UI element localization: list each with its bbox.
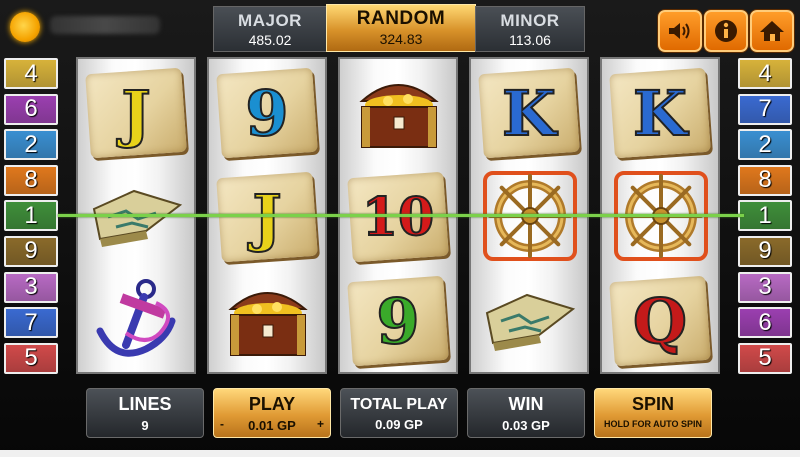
game-screen: MAJOR 485.02 RANDOM 324.83 MINOR 113.06 … — [0, 0, 800, 457]
jackpot-minor-label: MINOR — [500, 11, 560, 30]
line-numbers-right: 4 7 28 19 3 65 — [738, 58, 796, 378]
symbol-letter: Q — [632, 284, 688, 359]
taskbar-strip — [0, 450, 800, 457]
line-badge-left-4[interactable]: 4 — [4, 58, 58, 89]
line-badge-left-2[interactable]: 2 — [4, 129, 58, 161]
jackpot-random-value: 324.83 — [379, 31, 423, 47]
reel-4-symbol-k: K — [478, 65, 581, 160]
reel-2-symbol-9: 9 — [216, 65, 319, 160]
reel-2-symbol-chest-icon — [217, 273, 319, 368]
line-badge-left-8[interactable]: 8 — [4, 164, 58, 196]
sun-logo-icon — [10, 12, 40, 42]
line-badge-left-5[interactable]: 5 — [4, 342, 58, 374]
home-button[interactable] — [750, 10, 794, 52]
symbol-letter: J — [251, 180, 282, 255]
jackpot-minor-value: 113.06 — [509, 32, 551, 48]
line-badge-right-1[interactable]: 1 — [738, 200, 792, 232]
symbol-letter: K — [501, 76, 557, 151]
total-play-label: TOTAL PLAY — [350, 396, 448, 413]
chest-icon — [228, 292, 308, 356]
line-badge-right-2[interactable]: 2 — [738, 129, 792, 161]
win-panel: WIN 0.03 GP — [467, 388, 585, 438]
line-badge-right-6[interactable]: 6 — [738, 307, 792, 339]
lines-panel[interactable]: LINES 9 — [86, 388, 204, 438]
win-label: WIN — [508, 394, 544, 414]
logo-text-blurred — [50, 16, 160, 34]
line-badge-right-5[interactable]: 5 — [738, 342, 792, 374]
game-logo — [6, 8, 166, 44]
play-panel: PLAY 0.01 GP - + — [213, 388, 331, 438]
home-icon — [760, 21, 784, 41]
info-button[interactable] — [704, 10, 748, 52]
play-decrease-button[interactable]: - — [220, 417, 224, 431]
payline-1 — [58, 214, 744, 217]
line-badge-right-8[interactable]: 8 — [738, 164, 792, 196]
symbol-letter: J — [120, 76, 151, 151]
anchor-icon — [96, 279, 176, 357]
chest-icon — [359, 84, 439, 148]
reel-1-symbol-j: J — [85, 65, 188, 160]
reel-3-symbol-9: 9 — [347, 273, 450, 368]
line-badge-right-4[interactable]: 4 — [738, 58, 792, 89]
reel-3-symbol-chest-icon — [348, 65, 450, 160]
info-icon — [715, 20, 737, 42]
reel-4-symbol-map-icon — [479, 273, 581, 368]
line-badge-right-3[interactable]: 3 — [738, 271, 792, 303]
reel-5-symbol-k: K — [609, 65, 712, 160]
spin-button[interactable]: SPIN HOLD FOR AUTO SPIN — [594, 388, 712, 438]
symbol-letter: 10 — [361, 186, 435, 249]
line-badge-left-6[interactable]: 6 — [4, 93, 58, 125]
total-play-value: 0.09 GP — [375, 417, 423, 432]
line-badge-left-3[interactable]: 3 — [4, 271, 58, 303]
line-badge-left-1[interactable]: 1 — [4, 200, 58, 232]
map-icon — [485, 293, 576, 351]
jackpot-random: RANDOM 324.83 — [326, 4, 476, 52]
symbol-letter: 9 — [375, 284, 420, 359]
play-value: 0.01 GP — [248, 418, 296, 433]
play-increase-button[interactable]: + — [317, 417, 324, 431]
sound-icon — [669, 23, 690, 39]
line-badge-left-7[interactable]: 7 — [4, 307, 58, 339]
jackpot-major: MAJOR 485.02 — [213, 6, 327, 52]
reel-5-symbol-q: Q — [609, 273, 712, 368]
total-play-panel: TOTAL PLAY 0.09 GP — [340, 388, 458, 438]
jackpot-random-label: RANDOM — [356, 8, 446, 29]
symbol-letter: 9 — [244, 76, 289, 151]
line-numbers-left: 4 6 28 19 3 75 — [4, 58, 62, 378]
win-value: 0.03 GP — [502, 418, 550, 433]
reel-1-symbol-anchor-icon — [86, 273, 188, 368]
symbol-letter: K — [632, 76, 688, 151]
line-badge-left-9[interactable]: 9 — [4, 235, 58, 267]
play-label: PLAY — [248, 394, 296, 414]
spin-hint: HOLD FOR AUTO SPIN — [603, 419, 702, 429]
line-badge-right-7[interactable]: 7 — [738, 93, 792, 125]
jackpot-minor: MINOR 113.06 — [475, 6, 585, 52]
jackpot-major-value: 485.02 — [248, 32, 292, 48]
line-badge-right-9[interactable]: 9 — [738, 235, 792, 267]
lines-label: LINES — [118, 394, 172, 414]
sound-button[interactable] — [658, 10, 702, 52]
lines-value: 9 — [141, 418, 149, 433]
spin-label: SPIN — [631, 394, 674, 414]
jackpot-major-label: MAJOR — [238, 11, 302, 30]
